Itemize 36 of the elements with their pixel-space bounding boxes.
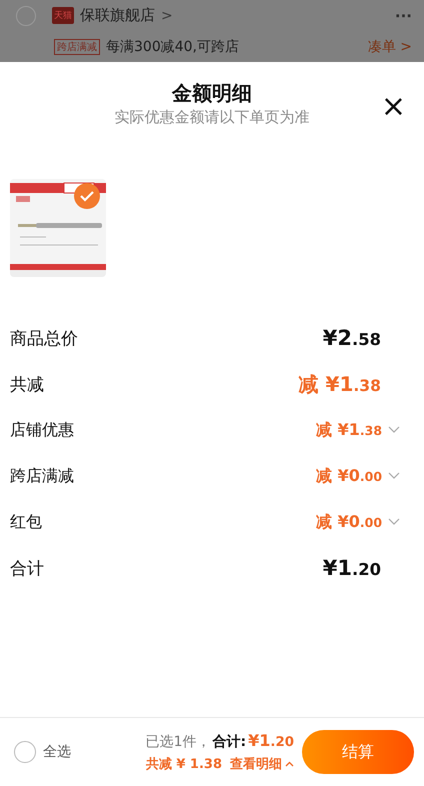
add-items-link[interactable]: 凑单 > [368,38,412,56]
chevron-down-icon[interactable] [388,426,400,434]
total-price: ¥1.20 [248,731,294,750]
price-label: 共减 [10,374,44,396]
sheet-subtitle: 实际优惠金额请以下单页为准 [114,107,310,127]
sheet-title: 金额明细 [172,80,252,107]
more-icon[interactable]: ··· [394,6,412,24]
selected-check-icon[interactable] [74,183,100,209]
chevron-icon[interactable]: > [161,8,173,24]
total-label: 合计: [212,733,246,751]
checkout-button[interactable]: 结算 [302,730,414,774]
chevron-down-icon[interactable] [388,518,400,526]
select-all-label[interactable]: 全选 [43,743,71,761]
view-details-link[interactable]: 查看明细 [230,755,294,773]
price-label: 店铺优惠 [10,420,74,440]
discount-text: 共减 ¥ 1.38 [146,756,222,773]
discount-value: 减 ¥0.00 [316,512,382,532]
price-value: ¥1.20 [322,556,381,580]
close-button[interactable]: × [376,92,410,122]
radio-button[interactable] [16,6,36,26]
price-label: 红包 [10,512,42,532]
price-value: ¥2.58 [322,326,381,350]
promo-text: 每满300减40,可跨店 [106,38,239,56]
price-label: 跨店满减 [10,466,74,486]
store-badge: 天猫 [52,7,74,24]
radio-button[interactable] [14,741,36,763]
price-label: 商品总价 [10,328,78,350]
chevron-down-icon[interactable] [388,472,400,480]
price-label: 合计 [10,558,44,580]
discount-value: 减 ¥0.00 [316,466,382,486]
caret-icon[interactable] [285,761,294,767]
store-name[interactable]: 保联旗舰店 [80,6,155,25]
discount-value: 减 ¥1.38 [316,420,382,440]
selected-count: 已选1件， [146,733,210,751]
discount-value: 减 ¥1.38 [298,370,381,398]
promo-badge: 跨店满减 [54,38,100,54]
